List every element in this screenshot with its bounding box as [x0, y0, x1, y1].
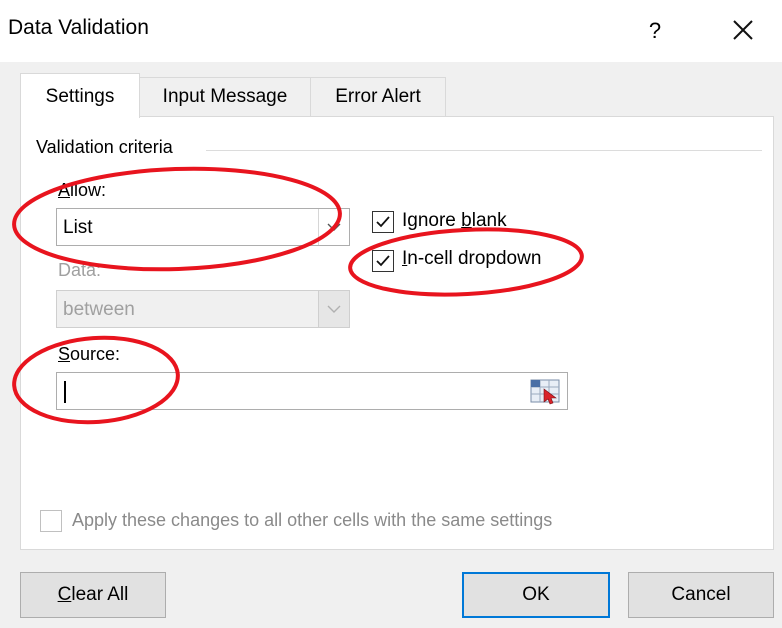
cancel-button[interactable]: Cancel [628, 572, 774, 618]
group-divider [206, 150, 762, 151]
data-dropdown-arrow [318, 291, 349, 327]
close-icon [733, 20, 753, 40]
data-selected-value: between [63, 299, 135, 320]
source-input[interactable] [56, 372, 568, 410]
in-cell-dropdown-label-rest: n-cell dropdown [407, 248, 542, 269]
source-label-rest: ource: [70, 344, 121, 364]
ignore-blank-label[interactable]: Ignore blank [402, 210, 507, 232]
close-button[interactable] [718, 10, 770, 52]
data-dropdown: between [56, 290, 350, 328]
allow-label-rest: llow: [70, 180, 107, 200]
allow-dropdown[interactable]: List [56, 208, 350, 246]
tab-error-alert[interactable]: Error Alert [310, 77, 446, 116]
ignore-blank-checkbox[interactable] [372, 211, 394, 233]
in-cell-dropdown-label[interactable]: In-cell dropdown [402, 248, 541, 270]
checkmark-icon [376, 216, 390, 228]
ok-button[interactable]: OK [462, 572, 610, 618]
apply-to-all-checkbox [40, 510, 62, 532]
tab-input-message[interactable]: Input Message [138, 77, 312, 116]
source-label: Source: [58, 344, 120, 365]
allow-selected-value: List [63, 217, 93, 238]
ignore-blank-label-prefix: Ignore [402, 210, 462, 231]
validation-criteria-heading: Validation criteria [36, 137, 179, 158]
allow-label-accesskey: A [58, 180, 71, 200]
chevron-down-icon [327, 305, 341, 313]
allow-label: Allow: [58, 180, 106, 201]
clear-all-accesskey: C [57, 584, 72, 605]
help-button[interactable]: ? [632, 10, 678, 52]
ignore-blank-accesskey: b [461, 210, 472, 231]
apply-to-all-label: Apply these changes to all other cells w… [72, 510, 553, 530]
dialog-title: Data Validation [8, 16, 149, 39]
text-caret [64, 381, 66, 403]
clear-all-label-rest: lear All [71, 584, 129, 605]
range-selector-icon [530, 379, 560, 405]
data-label: Data: [58, 260, 102, 280]
source-label-accesskey: S [58, 344, 71, 364]
in-cell-dropdown-checkbox[interactable] [372, 250, 394, 272]
tab-settings[interactable]: Settings [20, 73, 140, 118]
allow-dropdown-arrow[interactable] [318, 209, 349, 245]
ignore-blank-label-rest: lank [471, 210, 507, 231]
clear-all-button[interactable]: Clear All [20, 572, 166, 618]
checkmark-icon [376, 255, 390, 267]
range-select-button[interactable] [526, 376, 564, 406]
settings-tab-panel [20, 116, 774, 550]
chevron-down-icon [327, 223, 341, 231]
